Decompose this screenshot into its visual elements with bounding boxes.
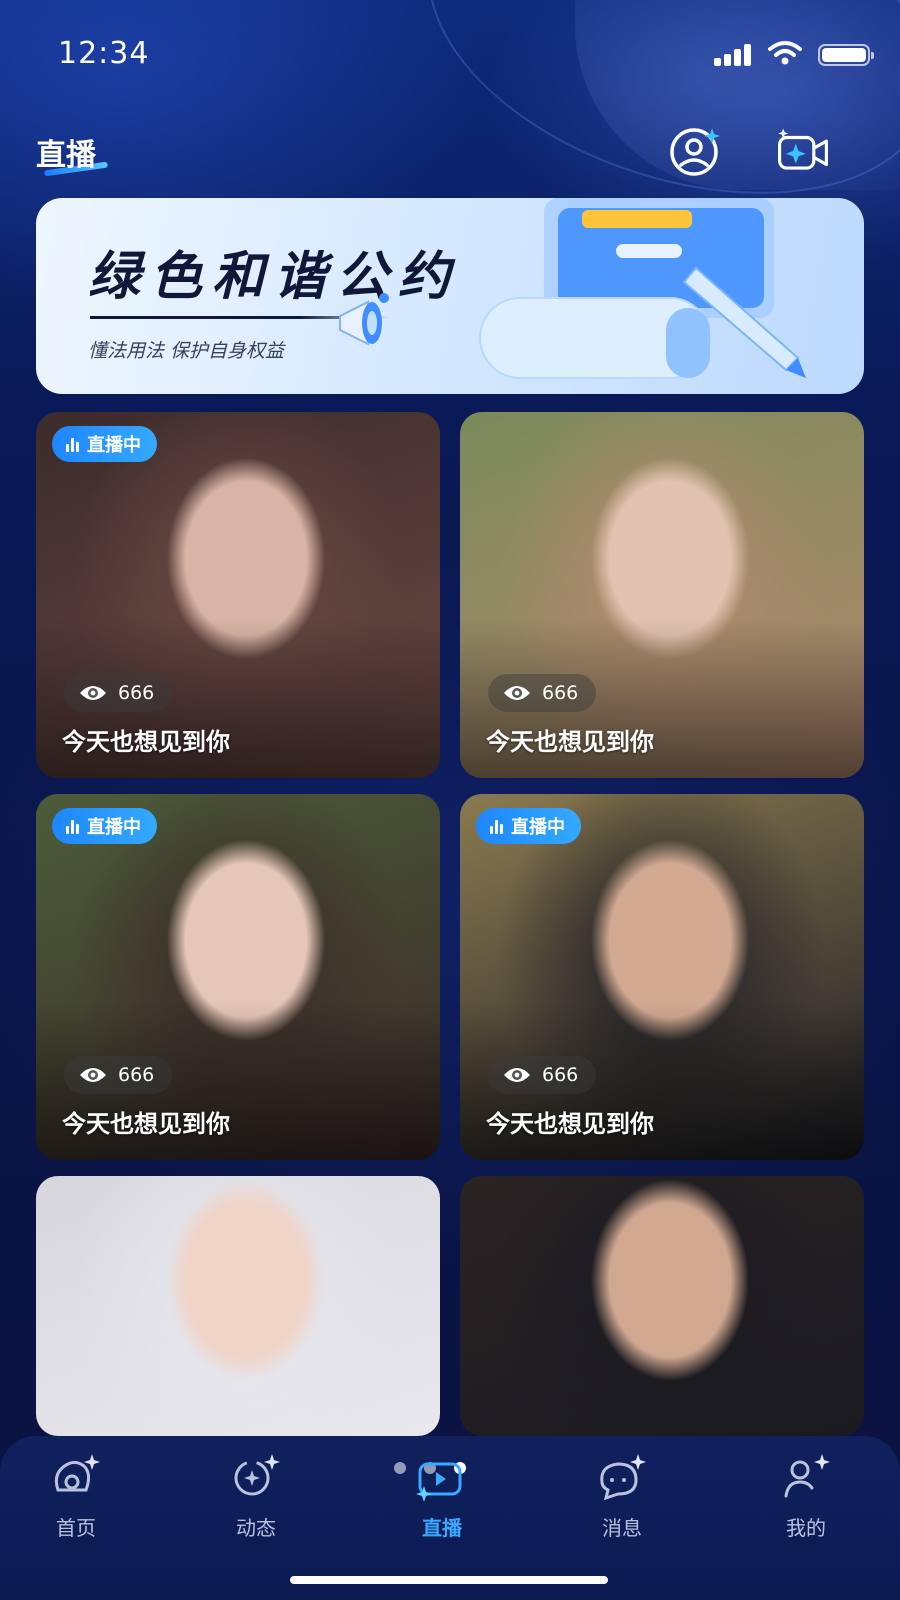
nav-item-label: 动态 bbox=[236, 1516, 276, 1540]
viewer-count: 666 bbox=[64, 674, 173, 712]
convention-banner[interactable]: 绿色和谐公约 懂法用法 保护自身权益 bbox=[36, 198, 864, 394]
nav-item-profile[interactable]: 我的 bbox=[746, 1452, 866, 1552]
moments-icon bbox=[234, 1454, 280, 1496]
eye-icon bbox=[504, 686, 530, 700]
stream-card[interactable] bbox=[36, 1176, 440, 1436]
live-icon bbox=[416, 1462, 462, 1502]
stream-card[interactable] bbox=[460, 1176, 864, 1436]
message-icon bbox=[600, 1454, 646, 1501]
live-badge-label: 直播中 bbox=[87, 435, 141, 456]
nav-item-label: 首页 bbox=[56, 1516, 96, 1540]
profile-icon bbox=[784, 1454, 830, 1498]
live-badge: 直播中 bbox=[52, 426, 157, 462]
start-live-button[interactable] bbox=[776, 124, 830, 178]
stream-card[interactable]: 直播中 666 今天也想见到你 bbox=[460, 794, 864, 1160]
nav-item-label: 消息 bbox=[602, 1516, 642, 1540]
eye-icon bbox=[80, 1068, 106, 1082]
user-circle-icon bbox=[670, 128, 720, 176]
banner-subtitle: 懂法用法 保护自身权益 bbox=[88, 340, 285, 362]
live-bars-icon bbox=[66, 818, 79, 834]
megaphone-icon bbox=[339, 293, 389, 346]
live-bars-icon bbox=[66, 436, 79, 452]
stream-cover-image bbox=[460, 1176, 864, 1436]
viewer-count: 666 bbox=[488, 674, 597, 712]
stream-card[interactable]: 666 今天也想见到你 bbox=[460, 412, 864, 778]
stream-card[interactable]: 直播中 666 今天也想见到你 bbox=[36, 412, 440, 778]
viewer-count-value: 666 bbox=[118, 682, 155, 704]
cellular-signal-icon bbox=[714, 44, 754, 66]
live-badge-label: 直播中 bbox=[511, 817, 565, 838]
nav-item-live[interactable]: 直播 bbox=[382, 1452, 502, 1552]
banner-title: 绿色和谐公约 bbox=[88, 247, 461, 307]
eye-icon bbox=[504, 1068, 530, 1082]
viewer-count: 666 bbox=[64, 1056, 173, 1094]
viewer-count-value: 666 bbox=[542, 1064, 579, 1086]
status-time: 12:34 bbox=[58, 36, 150, 71]
stream-card[interactable]: 直播中 666 今天也想见到你 bbox=[36, 794, 440, 1160]
live-badge-label: 直播中 bbox=[87, 817, 141, 838]
viewer-count-value: 666 bbox=[542, 682, 579, 704]
nav-item-home[interactable]: 首页 bbox=[16, 1452, 136, 1552]
stream-title: 今天也想见到你 bbox=[486, 728, 654, 756]
viewer-count-value: 666 bbox=[118, 1064, 155, 1086]
live-bars-icon bbox=[490, 818, 503, 834]
page-title: 直播 bbox=[36, 138, 96, 173]
stream-title: 今天也想见到你 bbox=[62, 728, 230, 756]
live-badge: 直播中 bbox=[52, 808, 157, 844]
live-badge: 直播中 bbox=[476, 808, 581, 844]
viewer-count: 666 bbox=[488, 1056, 597, 1094]
battery-icon bbox=[818, 44, 874, 66]
home-indicator bbox=[290, 1576, 608, 1584]
video-camera-icon bbox=[778, 128, 828, 170]
nav-item-moments[interactable]: 动态 bbox=[196, 1452, 316, 1552]
wifi-icon bbox=[768, 41, 802, 65]
document-scroll-illustration bbox=[479, 198, 806, 379]
status-bar: 12:34 bbox=[0, 0, 900, 110]
stream-title: 今天也想见到你 bbox=[62, 1110, 230, 1138]
stream-title: 今天也想见到你 bbox=[486, 1110, 654, 1138]
profile-sparkle-button[interactable] bbox=[668, 124, 722, 178]
nav-item-label: 我的 bbox=[786, 1516, 826, 1540]
nav-item-label: 直播 bbox=[422, 1516, 462, 1540]
stream-cover-image bbox=[36, 1176, 440, 1436]
nav-item-message[interactable]: 消息 bbox=[562, 1452, 682, 1552]
home-icon bbox=[54, 1454, 100, 1492]
eye-icon bbox=[80, 686, 106, 700]
